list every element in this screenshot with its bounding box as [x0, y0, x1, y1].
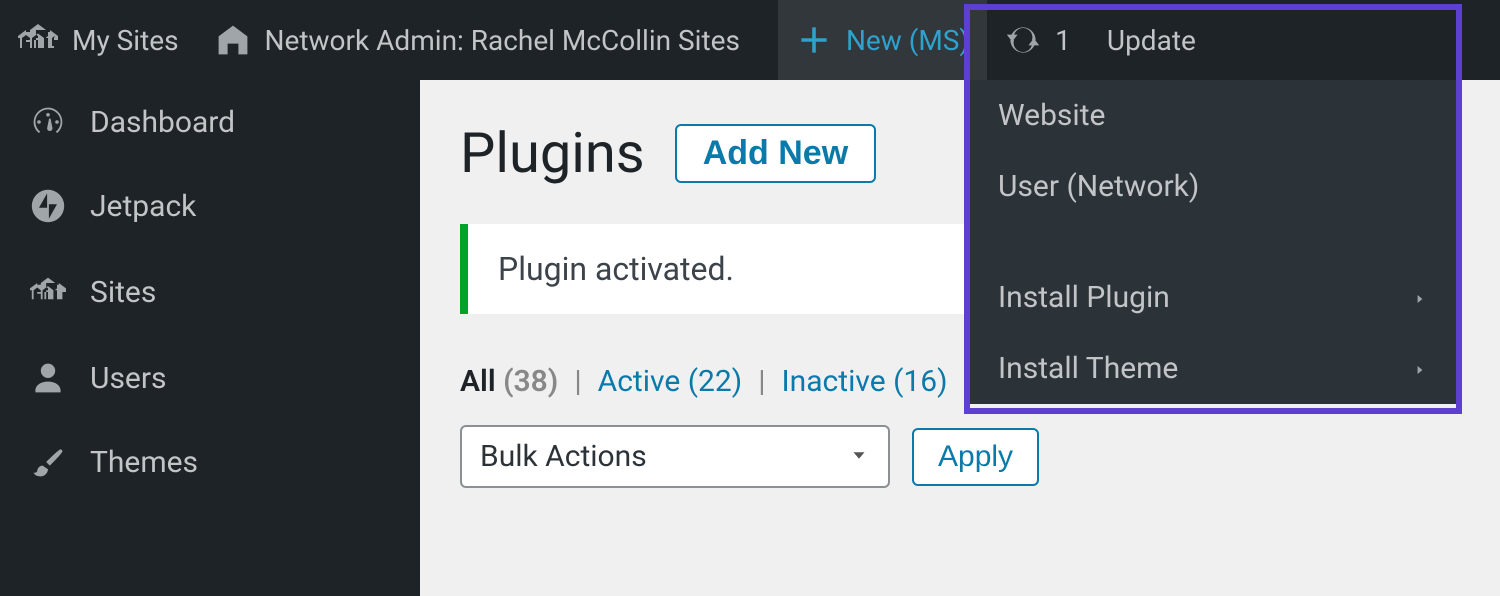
- add-new-button[interactable]: Add New: [675, 124, 876, 183]
- sidebar-sites-label: Sites: [90, 275, 156, 310]
- sidebar-themes-label: Themes: [90, 445, 198, 480]
- chevron-right-icon: [1412, 280, 1428, 315]
- new-menu-toggle[interactable]: New (MS): [778, 0, 987, 80]
- network-admin-label: Network Admin: Rachel McCollin Sites: [265, 24, 740, 57]
- filter-all[interactable]: All (38): [460, 364, 558, 399]
- bulk-actions-select[interactable]: Bulk Actions: [460, 425, 890, 488]
- admin-sidebar: Dashboard Jetpack Sites Users Themes: [0, 80, 420, 596]
- sidebar-item-sites[interactable]: Sites: [0, 248, 420, 336]
- apply-button[interactable]: Apply: [912, 428, 1039, 486]
- mysites-label: My Sites: [72, 24, 179, 57]
- jetpack-icon: [30, 188, 66, 224]
- sidebar-users-label: Users: [90, 361, 167, 396]
- filter-active[interactable]: Active (22): [598, 364, 743, 399]
- chevron-right-icon: [1412, 351, 1428, 386]
- page-title: Plugins: [460, 120, 645, 186]
- multisite-icon: [18, 20, 58, 60]
- sidebar-item-users[interactable]: Users: [0, 336, 420, 420]
- users-icon: [30, 360, 66, 396]
- updates-count: 1: [1055, 24, 1071, 57]
- updates-text-link[interactable]: Update: [1089, 0, 1214, 80]
- sidebar-item-dashboard[interactable]: Dashboard: [0, 80, 420, 164]
- updates-link[interactable]: 1: [987, 0, 1089, 80]
- dropdown-item-install-theme[interactable]: Install Theme: [968, 333, 1458, 404]
- plus-icon: [796, 22, 832, 58]
- chevron-down-icon: [848, 439, 870, 474]
- brush-icon: [30, 444, 66, 480]
- new-label: New (MS): [846, 24, 969, 57]
- sidebar-jetpack-label: Jetpack: [90, 189, 196, 224]
- sidebar-item-themes[interactable]: Themes: [0, 420, 420, 504]
- sites-icon: [30, 272, 66, 312]
- refresh-icon: [1005, 22, 1041, 58]
- bulk-select-value: Bulk Actions: [480, 439, 647, 474]
- dropdown-item-user-network[interactable]: User (Network): [968, 151, 1458, 222]
- network-admin-link[interactable]: Network Admin: Rachel McCollin Sites: [197, 0, 758, 80]
- updates-text: Update: [1107, 24, 1196, 57]
- sidebar-item-jetpack[interactable]: Jetpack: [0, 164, 420, 248]
- mysites-link[interactable]: My Sites: [0, 0, 197, 80]
- new-dropdown: Website User (Network) Install Plugin In…: [968, 80, 1458, 404]
- dropdown-item-website[interactable]: Website: [968, 80, 1458, 151]
- home-icon: [215, 22, 251, 58]
- sidebar-dashboard-label: Dashboard: [90, 105, 235, 140]
- dashboard-icon: [30, 104, 66, 140]
- bulk-actions-row: Bulk Actions Apply: [460, 425, 1460, 488]
- filter-inactive[interactable]: Inactive (16): [782, 364, 948, 399]
- notice-text: Plugin activated.: [498, 250, 734, 288]
- admin-bar: My Sites Network Admin: Rachel McCollin …: [0, 0, 1500, 80]
- dropdown-item-install-plugin[interactable]: Install Plugin: [968, 262, 1458, 333]
